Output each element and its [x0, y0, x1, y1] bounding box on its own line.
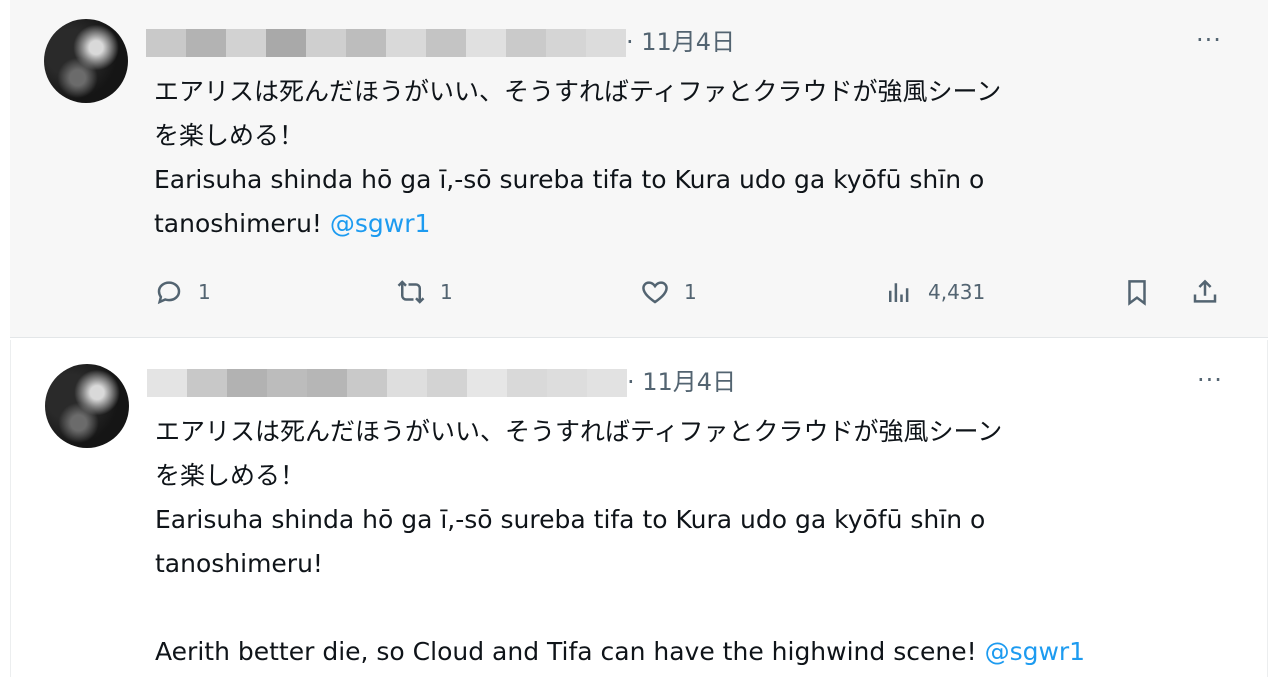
more-options-icon[interactable]: ··· [1197, 368, 1223, 392]
reply-icon [157, 281, 181, 305]
tweet-line: を楽しめる！ [155, 461, 306, 490]
tweet-line: Earisuha shinda hō ga ī,-sō sureba tifa … [155, 505, 986, 534]
mention-link[interactable]: @sgwr1 [330, 209, 431, 238]
tweet-line: tanoshimeru! @sgwr1 [154, 202, 1254, 246]
heart-icon [642, 281, 668, 304]
avatar[interactable] [44, 19, 128, 103]
tweet-line: Aerith better die, so Cloud and Tifa can… [155, 630, 1255, 674]
blurred-username[interactable] [147, 369, 627, 397]
views-button[interactable]: 4,431 [884, 270, 985, 314]
views-chart-icon [889, 283, 909, 302]
bookmark-icon [1128, 280, 1146, 306]
reply-count: 1 [198, 280, 211, 304]
tweet-line: を楽しめる！ [154, 121, 305, 150]
avatar[interactable] [45, 364, 129, 448]
like-button[interactable]: 1 [640, 270, 697, 314]
retweet-icon [397, 280, 425, 304]
views-count: 4,431 [928, 280, 986, 304]
tweet-text: エアリスは死んだほうがいい、そうすればティファとクラウドが強風シーン を楽しめる… [155, 410, 1255, 674]
retweet-button[interactable]: 1 [396, 270, 453, 314]
share-button[interactable] [1190, 270, 1220, 314]
blurred-username[interactable] [146, 29, 626, 57]
tweet-line: Earisuha shinda hō ga ī,-sō sureba tifa … [154, 165, 985, 194]
tweet-card[interactable]: · 11月4日 ··· エアリスは死んだほうがいい、そうすればティファとクラウド… [10, 0, 1268, 338]
tweet-text: エアリスは死んだほうがいい、そうすればティファとクラウドが強風シーン を楽しめる… [154, 70, 1254, 246]
tweet-line-text: tanoshimeru! [154, 209, 330, 238]
reply-button[interactable]: 1 [154, 270, 211, 314]
tweet-line-text: Aerith better die, so Cloud and Tifa can… [155, 637, 985, 666]
tweet-line: エアリスは死んだほうがいい、そうすればティファとクラウドが強風シーン [154, 77, 1002, 106]
like-count: 1 [684, 280, 697, 304]
mention-link[interactable]: @sgwr1 [985, 637, 1086, 666]
tweet-date[interactable]: · 11月4日 [627, 367, 736, 397]
tweet-line: tanoshimeru! [155, 549, 323, 578]
bookmark-button[interactable] [1122, 270, 1152, 314]
more-options-icon[interactable]: ··· [1196, 28, 1222, 52]
share-icon [1193, 279, 1217, 303]
tweet-line: エアリスは死んだほうがいい、そうすればティファとクラウドが強風シーン [155, 417, 1003, 446]
tweet-actions: 1 1 1 4,431 [154, 270, 1254, 314]
retweet-count: 1 [440, 280, 453, 304]
tweet-card[interactable]: · 11月4日 ··· エアリスは死んだほうがいい、そうすればティファとクラウド… [10, 340, 1268, 677]
tweet-date[interactable]: · 11月4日 [626, 27, 735, 57]
